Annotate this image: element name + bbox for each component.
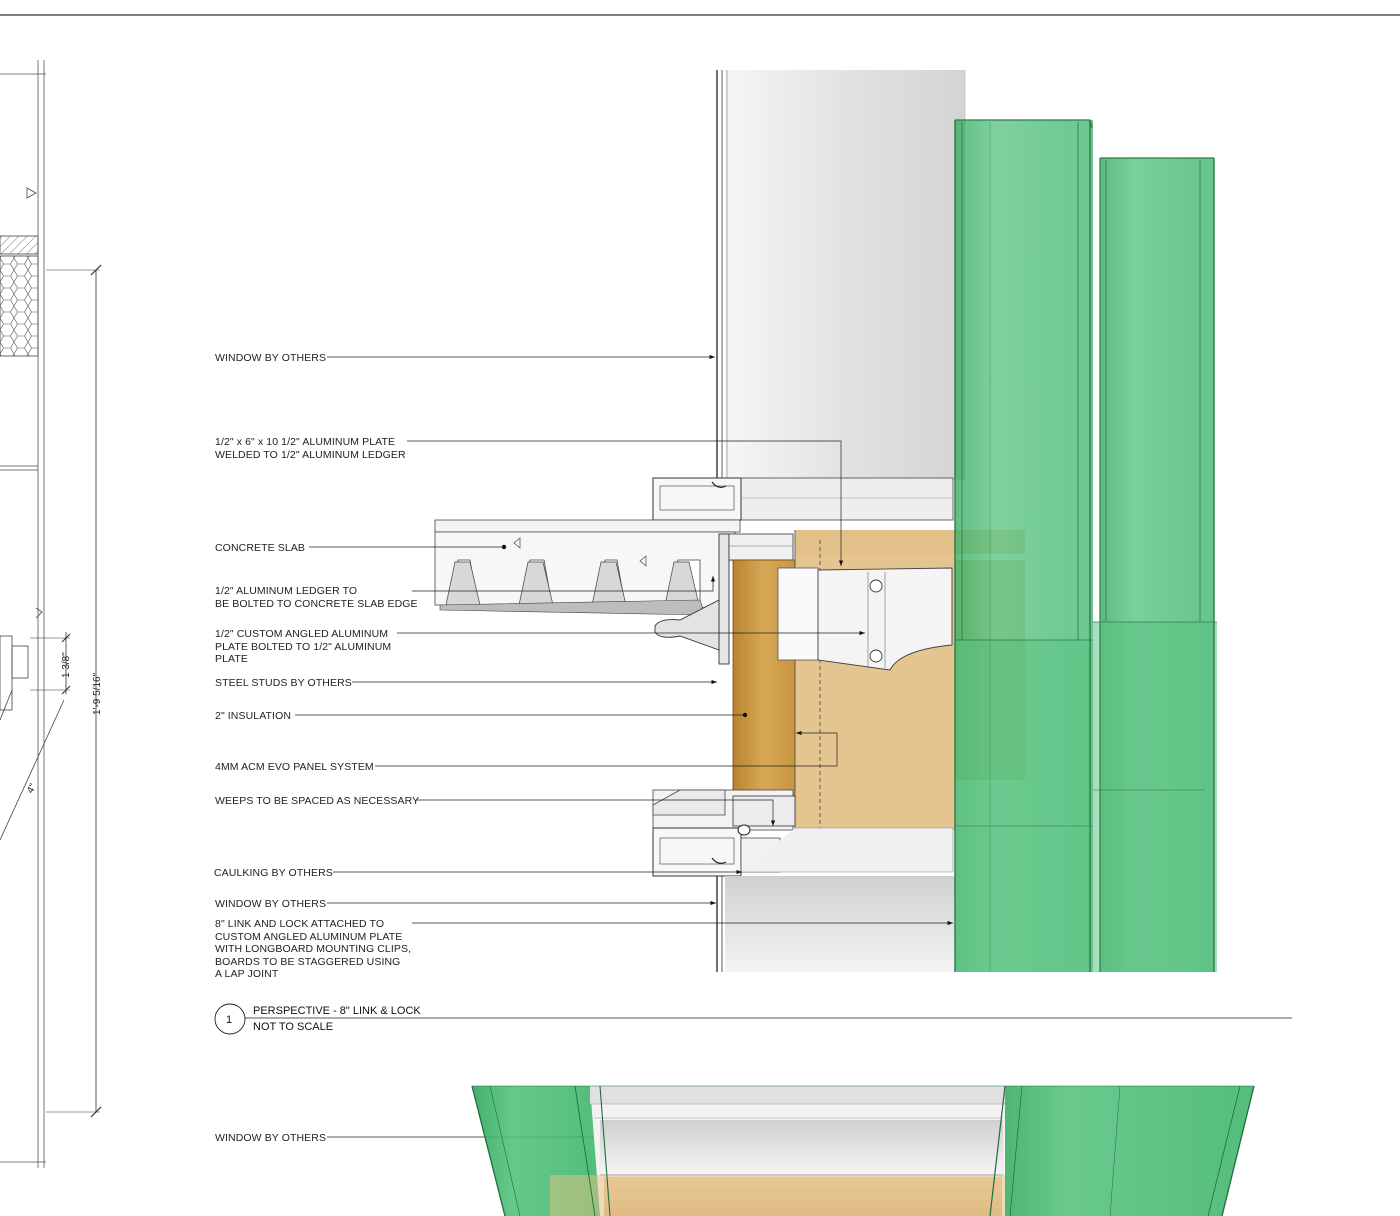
label-window-top: WINDOW BY OTHERS xyxy=(215,352,326,364)
label-custom-plate: 1/2" CUSTOM ANGLED ALUMINUM PLATE BOLTED… xyxy=(215,628,394,665)
label-window-bottom: WINDOW BY OTHERS xyxy=(215,1132,326,1144)
label-window-mid: WINDOW BY OTHERS xyxy=(215,898,326,910)
left-section-detail xyxy=(0,60,102,1168)
label-insulation: 2" INSULATION xyxy=(215,710,291,722)
label-alum-ledger: 1/2" ALUMINUM LEDGER TO BE BOLTED TO CON… xyxy=(215,585,418,610)
drawing-title-block: 1 PERSPECTIVE - 8" LINK & LOCK NOT TO SC… xyxy=(214,1003,1292,1035)
label-link-lock: 8" LINK AND LOCK ATTACHED TO CUSTOM ANGL… xyxy=(215,918,414,980)
detail-title: PERSPECTIVE - 8" LINK & LOCK xyxy=(253,1005,421,1017)
detail-drawing-sheet: 1'-9 5/16" 1 3/8" 4" WINDOW BY OTHERS 1/… xyxy=(0,14,1400,1216)
perspective-detail xyxy=(295,70,1217,1140)
concrete-slab xyxy=(434,519,741,533)
lower-window-glass xyxy=(725,876,955,972)
label-concrete-slab: CONCRETE SLAB xyxy=(215,542,305,554)
dim-small: 1 3/8" xyxy=(61,652,72,678)
label-weeps: WEEPS TO BE SPACED AS NECESSARY xyxy=(215,795,419,807)
label-caulking: CAULKING BY OTHERS xyxy=(214,867,333,879)
label-alum-plate: 1/2" x 6" x 10 1/2" ALUMINUM PLATE WELDE… xyxy=(215,436,406,461)
detail-scale: NOT TO SCALE xyxy=(253,1021,333,1033)
green-longboards xyxy=(954,119,1217,972)
label-steel-studs: STEEL STUDS BY OTHERS xyxy=(215,677,352,689)
upper-window-glass xyxy=(725,70,965,480)
dim-diag: 4" xyxy=(25,782,39,796)
detail-number: 1 xyxy=(226,1014,232,1026)
label-acm-panel: 4MM ACM EVO PANEL SYSTEM xyxy=(215,761,374,773)
lower-perspective-detail xyxy=(471,1085,1255,1216)
dim-overall: 1'-9 5/16" xyxy=(92,672,103,715)
